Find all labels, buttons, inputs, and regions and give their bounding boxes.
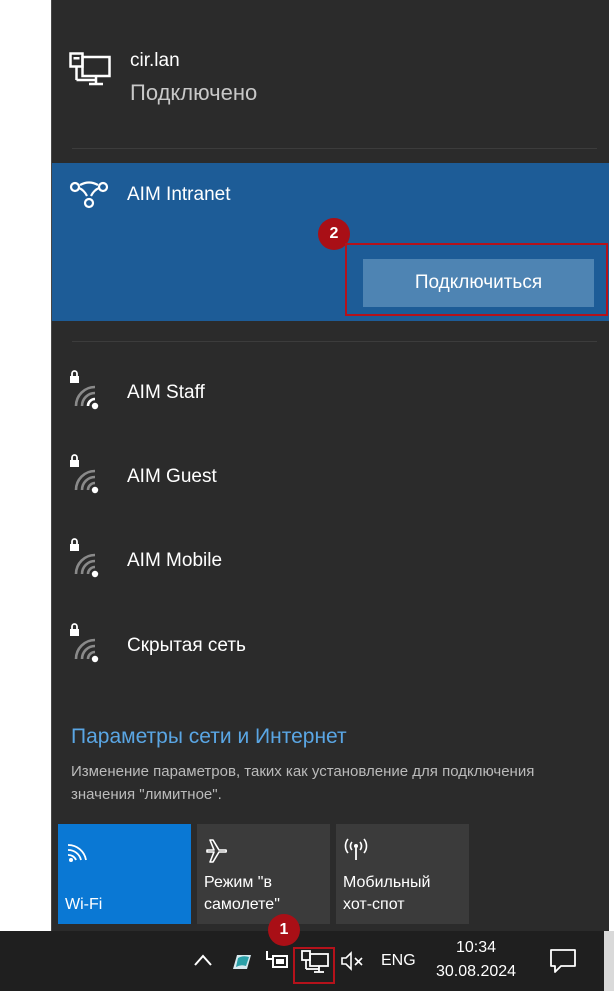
network-item[interactable]: AIM Staff bbox=[52, 370, 609, 445]
secured-wifi-icon bbox=[70, 370, 99, 410]
secured-wifi-icon bbox=[70, 454, 99, 494]
tile-label: Мобильный хот-спот bbox=[343, 874, 431, 913]
notification-icon[interactable] bbox=[549, 948, 577, 974]
highlight-box bbox=[345, 243, 608, 316]
power-battery-icon[interactable] bbox=[264, 950, 290, 972]
wired-network-name: cir.lan bbox=[130, 50, 180, 71]
network-name: AIM Guest bbox=[127, 466, 217, 487]
network-name: AIM Mobile bbox=[127, 550, 223, 571]
network-item-aim-intranet[interactable]: AIM Intranet 2 Подключиться bbox=[52, 163, 609, 321]
tile-label: Режим "в самолете" bbox=[204, 874, 280, 913]
airplane-mode-toggle[interactable]: Режим "в самолете" bbox=[197, 824, 330, 924]
hotspot-icon bbox=[344, 838, 368, 860]
wired-connection[interactable]: cir.lan Подключено bbox=[52, 0, 609, 150]
taskbar: 1 ENG 10:34 30.08.2024 bbox=[0, 914, 614, 991]
network-name: AIM Intranet bbox=[127, 184, 231, 205]
language-indicator[interactable]: ENG bbox=[381, 952, 416, 970]
network-item[interactable]: AIM Mobile bbox=[52, 538, 609, 613]
wifi-toggle[interactable]: Wi-Fi bbox=[58, 824, 191, 924]
tile-label: Wi-Fi bbox=[65, 896, 103, 913]
secured-wifi-icon bbox=[70, 623, 99, 663]
wired-network-icon bbox=[69, 52, 111, 86]
network-settings-description: Изменение параметров, таких как установл… bbox=[71, 763, 535, 803]
network-name: Скрытая сеть bbox=[127, 635, 246, 656]
airplane-icon bbox=[206, 839, 228, 863]
network-item[interactable]: Скрытая сеть bbox=[52, 623, 609, 698]
network-link-icon bbox=[69, 181, 109, 209]
network-flyout: cir.lan Подключено AIM Intranet 2 Подклю… bbox=[51, 0, 609, 931]
divider bbox=[72, 148, 597, 149]
app-tray-icon[interactable] bbox=[229, 949, 253, 973]
wired-network-status: Подключено bbox=[130, 80, 258, 105]
mobile-hotspot-toggle[interactable]: Мобильный хот-спот bbox=[336, 824, 469, 924]
network-name: AIM Staff bbox=[127, 382, 205, 403]
network-settings-link[interactable]: Параметры сети и Интернет bbox=[71, 725, 347, 749]
volume-muted-icon[interactable] bbox=[340, 951, 366, 971]
chevron-up-icon[interactable] bbox=[193, 953, 213, 967]
network-item[interactable]: AIM Guest bbox=[52, 454, 609, 529]
step-badge: 1 bbox=[268, 914, 300, 946]
clock-time[interactable]: 10:34 bbox=[456, 939, 496, 957]
taskbar-edge bbox=[604, 931, 614, 991]
highlight-box bbox=[293, 947, 335, 984]
secured-wifi-icon bbox=[70, 538, 99, 578]
divider bbox=[72, 341, 597, 342]
clock-date[interactable]: 30.08.2024 bbox=[436, 963, 516, 981]
wifi-icon bbox=[67, 844, 87, 862]
